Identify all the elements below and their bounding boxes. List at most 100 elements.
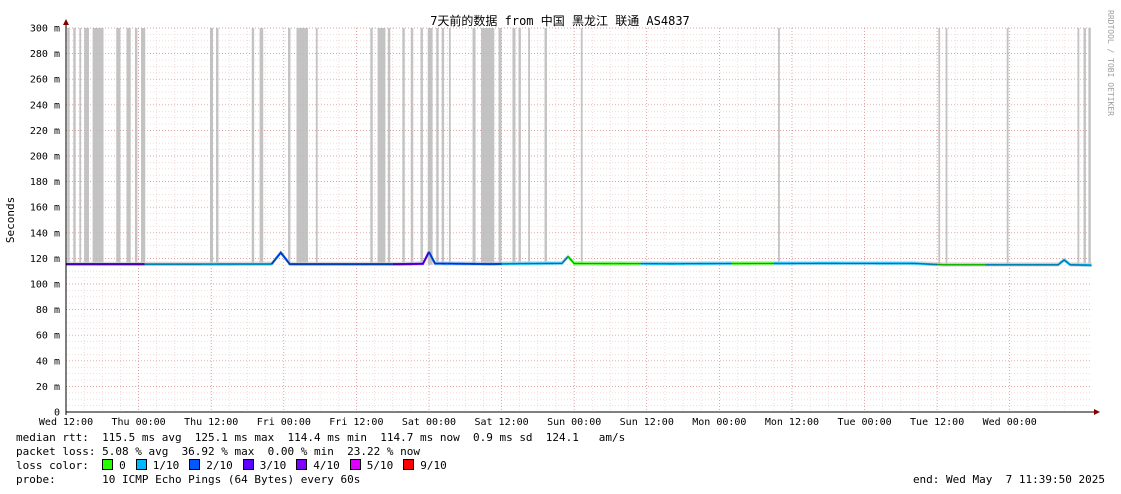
outage-band	[387, 28, 391, 265]
outage-band	[84, 28, 89, 265]
outage-band	[498, 28, 502, 265]
y-tick-label: 60 m	[36, 331, 60, 342]
outage-band	[315, 28, 318, 265]
chart-title: 7天前的数据 from 中国 黑龙江 联通 AS4837	[430, 13, 690, 28]
packet-loss-stats: packet loss: 5.08 % avg 36.92 % max 0.00…	[16, 445, 420, 458]
legend-label: 9/10	[420, 459, 447, 472]
rtt-median-line	[567, 255, 641, 265]
legend-item: 2/10	[189, 459, 233, 473]
legend-item: 3/10	[242, 459, 287, 473]
x-tick-label: Fri 12:00	[329, 417, 383, 428]
legend-item: 5/10	[349, 459, 394, 473]
y-tick-label: 160 m	[30, 203, 60, 214]
outage-band	[259, 28, 264, 265]
outage-band	[938, 28, 941, 265]
y-tick-label: 40 m	[36, 356, 60, 367]
x-tick-label: Mon 12:00	[765, 417, 819, 428]
outage-band	[402, 28, 405, 265]
x-tick-label: Sat 00:00	[402, 417, 456, 428]
outage-band	[141, 28, 146, 265]
outage-band	[480, 28, 495, 265]
y-axis-arrow	[63, 19, 69, 25]
outage-band	[448, 28, 451, 265]
loss-color-legend: loss color: 0 1/10 2/10 3/10 4/10 5/10 9/10	[16, 459, 457, 473]
outage-band	[778, 28, 780, 265]
y-tick-label: 200 m	[30, 152, 60, 163]
x-tick-label: Wed 00:00	[983, 417, 1037, 428]
legend-swatch	[135, 459, 147, 470]
median-rtt-stats: median rtt: 115.5 ms avg 125.1 ms max 11…	[16, 431, 626, 444]
legend-label: 4/10	[313, 459, 340, 472]
legend-swatch	[242, 459, 254, 470]
outage-band	[544, 28, 547, 265]
legend-swatch	[296, 459, 308, 470]
x-tick-label: Sun 12:00	[620, 417, 674, 428]
x-tick-label: Thu 12:00	[184, 417, 238, 428]
legend-item: 4/10	[296, 459, 340, 473]
legend-swatch	[349, 459, 361, 470]
y-tick-label: 260 m	[30, 75, 60, 86]
outage-band	[73, 28, 76, 265]
outage-band	[1006, 28, 1009, 265]
outage-band	[427, 28, 433, 265]
outage-band	[216, 28, 219, 265]
outage-band	[410, 28, 414, 265]
loss-color-label: loss color:	[16, 459, 89, 472]
outage-band	[116, 28, 121, 265]
y-tick-label: 20 m	[36, 382, 60, 393]
outage-band	[580, 28, 583, 265]
x-tick-label: Fri 00:00	[257, 417, 311, 428]
outage-band	[134, 28, 138, 265]
outage-band	[512, 28, 516, 265]
legend-swatch	[102, 459, 114, 470]
y-tick-label: 240 m	[30, 100, 60, 111]
latency-chart: 7天前的数据 from 中国 黑龙江 联通 AS4837 Seconds RRD…	[4, 10, 1115, 428]
outage-band	[518, 28, 521, 265]
outage-band	[377, 28, 386, 265]
legend-label: 2/10	[206, 459, 233, 472]
outage-band	[1088, 28, 1091, 265]
y-tick-label: 300 m	[30, 24, 60, 35]
legend-label: 0	[119, 459, 126, 472]
outage-band	[945, 28, 948, 265]
legend-label: 5/10	[366, 459, 394, 472]
x-tick-label: Thu 00:00	[112, 417, 166, 428]
y-tick-label: 280 m	[30, 49, 60, 60]
legend-item: 1/10	[135, 459, 179, 473]
legend-swatch	[189, 459, 201, 470]
legend-label: 3/10	[259, 459, 287, 472]
y-axis-label: Seconds	[4, 197, 17, 243]
legend-item: 9/10	[403, 459, 447, 473]
x-tick-label: Tue 12:00	[910, 417, 964, 428]
outage-band	[1083, 28, 1086, 265]
watermark: RRDTOOL / TOBI OETIKER	[1106, 10, 1115, 116]
outage-band	[288, 28, 291, 265]
legend-item: 0	[102, 459, 126, 473]
y-tick-label: 180 m	[30, 177, 60, 188]
y-tick-label: 120 m	[30, 254, 60, 265]
outage-band	[370, 28, 373, 265]
x-axis-arrow	[1094, 409, 1100, 415]
y-tick-label: 140 m	[30, 228, 60, 239]
outage-band	[67, 28, 70, 265]
outage-band	[79, 28, 82, 265]
outage-band	[296, 28, 308, 265]
outage-band	[126, 28, 131, 265]
outage-band	[209, 28, 214, 265]
y-tick-label: 220 m	[30, 126, 60, 137]
x-tick-label: Sat 12:00	[474, 417, 528, 428]
outage-band	[420, 28, 423, 265]
outage-band	[472, 28, 476, 265]
x-tick-label: Wed 12:00	[39, 417, 93, 428]
y-tick-label: 100 m	[30, 280, 60, 291]
outage-band	[528, 28, 530, 265]
y-tick-label: 80 m	[36, 305, 60, 316]
end-time: end: Wed May 7 11:39:50 2025	[912, 473, 1105, 486]
outage-band	[441, 28, 445, 265]
probe-info: probe: 10 ICMP Echo Pings (64 Bytes) eve…	[16, 473, 361, 486]
legend-swatch	[403, 459, 415, 470]
outage-band	[251, 28, 255, 265]
outage-band	[436, 28, 439, 265]
x-tick-label: Mon 00:00	[692, 417, 746, 428]
outage-band	[92, 28, 104, 265]
